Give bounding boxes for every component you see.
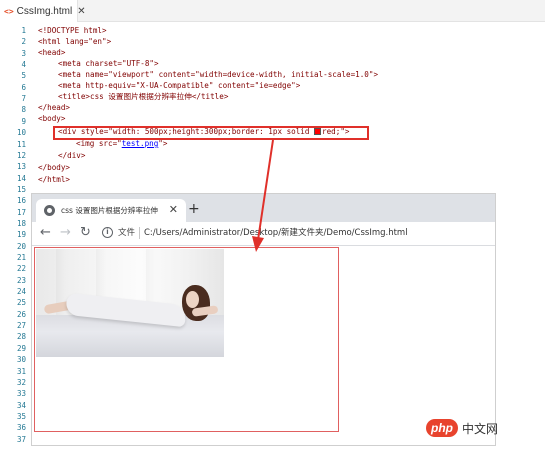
line-number: 24 <box>16 287 26 297</box>
line-number: 8 <box>21 105 26 115</box>
close-icon[interactable]: ✕ <box>77 6 85 17</box>
code-line-1: <!DOCTYPE html> <box>38 26 107 35</box>
code-line-3: <head> <box>38 48 66 57</box>
code-line-12: </div> <box>58 151 86 160</box>
code-line-6: <meta http-equiv="X-UA-Compatible" conte… <box>58 81 301 90</box>
line-number: 18 <box>16 218 26 228</box>
page-viewport <box>32 247 495 445</box>
code-line-4: <meta charset="UTF-8"> <box>58 59 159 68</box>
forward-icon[interactable]: → <box>60 225 71 241</box>
close-icon[interactable]: ✕ <box>169 203 178 216</box>
code-line-9: <body> <box>38 114 66 123</box>
line-number: 34 <box>16 400 26 410</box>
line-number: 22 <box>16 264 26 274</box>
html-file-icon: <> <box>4 6 14 16</box>
line-number: 37 <box>16 434 26 444</box>
code-line-11: <img src="test.png"> <box>76 139 168 148</box>
line-number: 15 <box>16 184 26 194</box>
php-cn-watermark: php 中文网 <box>426 419 498 437</box>
line-number-gutter: 1 2 3 4 5 6 7 8 9 10 11 12 13 14 15 16 17 18 19 20 21 22 23 24 2… <box>0 22 34 462</box>
line-number: 33 <box>16 389 26 399</box>
code-line-8: </head> <box>38 103 71 112</box>
line-number: 7 <box>21 94 26 104</box>
reload-icon[interactable]: ↻ <box>80 225 91 241</box>
back-icon[interactable]: ← <box>40 225 51 241</box>
line-number: 35 <box>16 411 26 421</box>
line-number: 13 <box>16 162 26 172</box>
watermark-text: 中文网 <box>462 421 499 436</box>
browser-tab-bar: css 设置图片根据分辨率拉伸 ✕ + <box>32 194 495 222</box>
line-number: 30 <box>16 355 26 365</box>
line-number: 20 <box>16 241 26 251</box>
address-separator <box>139 227 140 239</box>
editor-tab-filename: CssImg.html <box>16 5 73 17</box>
line-number: 19 <box>16 230 26 240</box>
code-line-14: </html> <box>38 175 71 184</box>
line-number: 32 <box>16 377 26 387</box>
browser-window: css 设置图片根据分辨率拉伸 ✕ + ← → ↻ i 文件 C:/Users/… <box>31 193 496 446</box>
globe-icon <box>44 205 55 216</box>
line-number: 10 <box>16 128 26 138</box>
line-number: 6 <box>21 82 26 92</box>
line-number: 23 <box>16 275 26 285</box>
editor-tab-cssimg[interactable]: <> CssImg.html ✕ <box>0 0 86 22</box>
bordered-div <box>34 247 339 432</box>
line-number: 14 <box>16 173 26 183</box>
line-number: 25 <box>16 298 26 308</box>
address-scheme-label: 文件 <box>118 228 136 238</box>
line-number: 36 <box>16 423 26 433</box>
line-number: 16 <box>16 196 26 206</box>
line-number: 31 <box>16 366 26 376</box>
browser-tab-title: css 设置图片根据分辨率拉伸 <box>61 206 158 215</box>
new-tab-button[interactable]: + <box>188 201 200 217</box>
line-number: 5 <box>21 71 26 81</box>
code-line-13: </body> <box>38 163 71 172</box>
browser-tab[interactable]: css 设置图片根据分辨率拉伸 ✕ <box>36 199 186 222</box>
code-line-7: <title>css 设置图片根据分辨率拉伸</title> <box>58 92 229 101</box>
address-bar[interactable]: C:/Users/Administrator/Desktop/新建文件夹/Dem… <box>144 227 408 239</box>
line-number: 3 <box>21 48 26 58</box>
line-number: 12 <box>16 150 26 160</box>
code-line-5: <meta name="viewport" content="width=dev… <box>58 70 379 79</box>
line-number: 28 <box>16 332 26 342</box>
highlight-box <box>53 126 369 140</box>
line-number: 4 <box>21 60 26 70</box>
image-path-link[interactable]: test.png <box>122 139 159 148</box>
line-number: 21 <box>16 253 26 262</box>
code-line-2: <html lang="en"> <box>38 37 112 46</box>
browser-toolbar: ← → ↻ i 文件 C:/Users/Administrator/Deskto… <box>32 222 495 246</box>
line-number: 17 <box>16 207 26 217</box>
line-number: 29 <box>16 343 26 353</box>
line-number: 9 <box>21 116 26 126</box>
line-number: 27 <box>16 321 26 331</box>
php-logo: php <box>426 419 458 437</box>
editor-tab-bar: <> CssImg.html ✕ <box>0 0 545 22</box>
line-number: 2 <box>21 37 26 47</box>
info-icon[interactable]: i <box>102 227 113 238</box>
line-number: 26 <box>16 309 26 319</box>
line-number: 11 <box>16 139 26 149</box>
test-image <box>36 249 224 357</box>
line-number: 1 <box>21 26 26 35</box>
